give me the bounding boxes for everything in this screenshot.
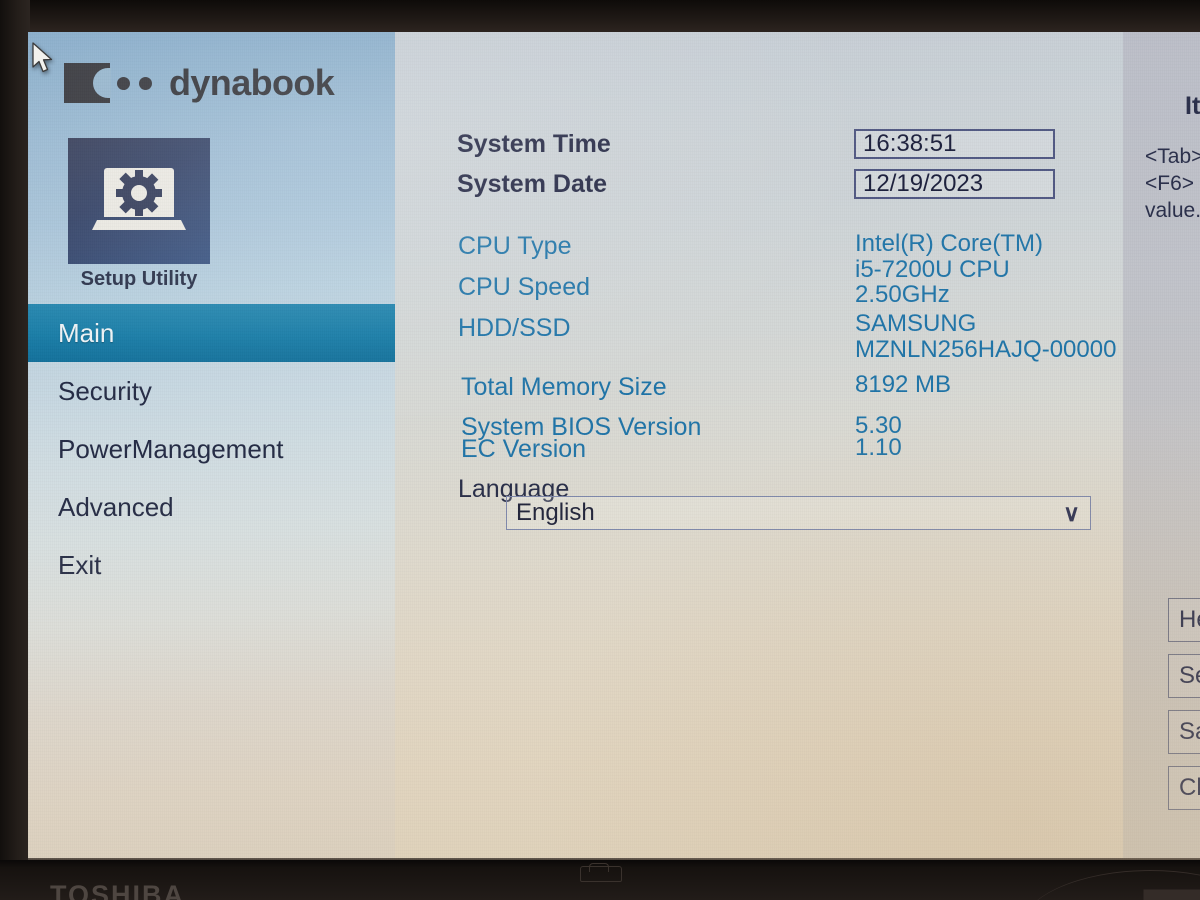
setup-utility-icon — [68, 138, 210, 264]
system-time-input[interactable]: 16:38:51 — [854, 129, 1055, 159]
save-button[interactable]: Save — [1168, 710, 1200, 754]
sidebar-nav: Main Security PowerManagement Advanced E… — [28, 304, 395, 594]
cpu-speed-value: 2.50GHz — [855, 281, 950, 308]
sidebar: dynabook Setup Utility Main Security Pow… — [28, 32, 395, 860]
mouse-cursor-icon — [32, 42, 53, 73]
sidebar-item-powermanagement[interactable]: PowerManagement — [28, 420, 395, 478]
system-date-label: System Date — [457, 170, 608, 198]
help-buttons: Help Set Defaults Save Close — [1168, 598, 1200, 822]
sidebar-item-label: PowerManagement — [58, 433, 284, 464]
dynabook-mark-icon — [64, 63, 110, 103]
dynabook-dot2-icon — [139, 76, 152, 90]
cpu-type-value-line2: i5-7200U CPU — [855, 256, 1010, 283]
total-memory-value: 8192 MB — [855, 371, 952, 398]
screen-bezel-top — [0, 0, 1200, 34]
ec-version-label: EC Version — [461, 435, 587, 463]
language-selected-value: English — [516, 499, 595, 526]
sidebar-item-security[interactable]: Security — [28, 362, 395, 420]
help-button[interactable]: Help — [1168, 598, 1200, 642]
hdd-ssd-value-line1: SAMSUNG — [855, 310, 977, 337]
ec-version-value: 1.10 — [855, 434, 902, 461]
sidebar-item-label: Security — [58, 375, 152, 406]
hdd-ssd-value-line2: MZNLN256HAJQ-00000 — [855, 336, 1117, 363]
sidebar-item-main[interactable]: Main — [28, 304, 395, 362]
sidebar-item-label: Advanced — [58, 491, 174, 522]
main-settings-panel: System Time 16:38:51 System Date 12/19/2… — [395, 32, 1123, 860]
dynabook-dot-icon — [117, 76, 130, 90]
system-time-label: System Time — [457, 130, 611, 158]
laptop-screen: dynabook Setup Utility Main Security Pow… — [28, 32, 1200, 860]
sidebar-item-advanced[interactable]: Advanced — [28, 478, 395, 536]
total-memory-label: Total Memory Size — [461, 373, 667, 401]
cpu-type-label: CPU Type — [458, 232, 572, 260]
setup-utility-label: Setup Utility — [80, 268, 198, 290]
cpu-speed-label: CPU Speed — [458, 273, 591, 301]
cpu-type-value-line1: Intel(R) Core(TM) — [855, 230, 1044, 257]
lid-latch — [580, 863, 622, 882]
item-specific-help-panel: Item Specific Help <Tab> selects field. … — [1123, 32, 1200, 860]
sidebar-item-exit[interactable]: Exit — [28, 536, 395, 594]
laptop-photo: dynabook Setup Utility Main Security Pow… — [0, 0, 1200, 900]
chevron-down-icon: ∨ — [1063, 499, 1080, 526]
toshiba-brand-logo: TOSHIBA — [50, 880, 186, 900]
laptop-gear-icon — [92, 168, 186, 230]
close-button[interactable]: Close — [1168, 766, 1200, 810]
dynabook-logo: dynabook — [64, 62, 335, 104]
help-panel-title: Item Specific Help — [1185, 92, 1200, 120]
set-defaults-button[interactable]: Set Defaults — [1168, 654, 1200, 698]
hdd-ssd-label: HDD/SSD — [458, 314, 571, 342]
dynabook-logo-text: dynabook — [169, 62, 335, 103]
system-date-input[interactable]: 12/19/2023 — [854, 169, 1055, 199]
language-dropdown[interactable]: English ∨ — [506, 496, 1091, 530]
help-panel-text: <Tab> selects field. <F6> and <F7> chang… — [1145, 145, 1200, 222]
sidebar-item-label: Exit — [58, 549, 102, 580]
sidebar-item-label: Main — [58, 317, 115, 348]
screen-bezel-left — [0, 0, 30, 900]
